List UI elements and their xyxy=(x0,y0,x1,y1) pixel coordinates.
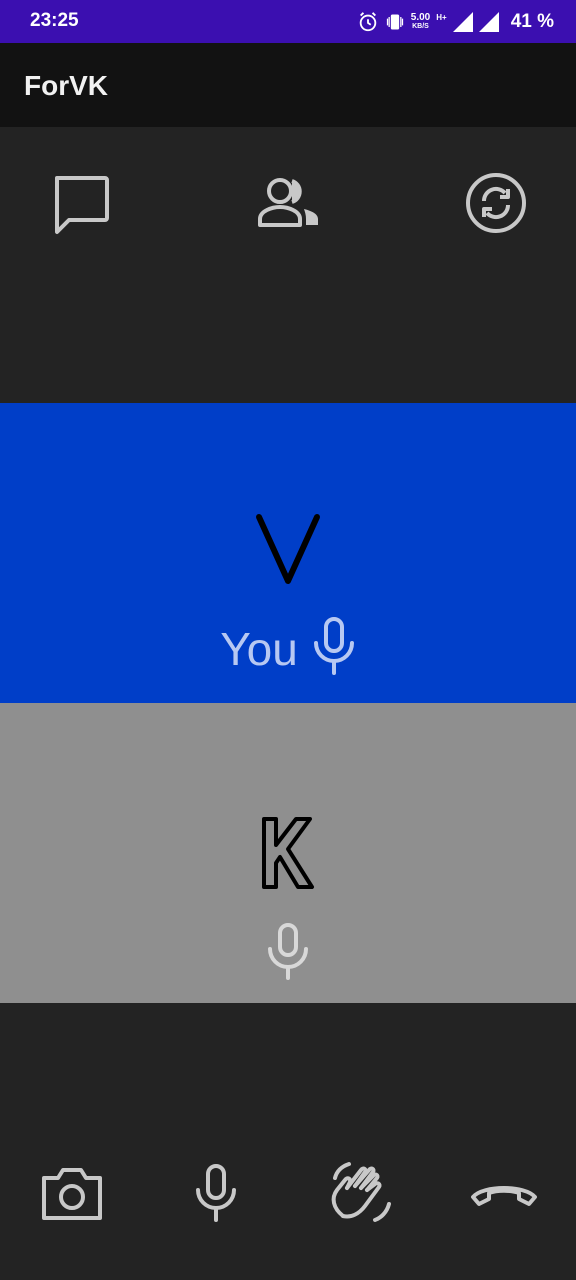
avatar-letter-k xyxy=(0,813,576,898)
top-actions xyxy=(0,127,576,277)
end-call-icon xyxy=(469,1177,539,1214)
chat-button[interactable] xyxy=(40,165,120,245)
net-speed: 5.00 KB/S xyxy=(411,13,430,31)
avatar-glyph xyxy=(262,817,314,889)
app-title: ForVK xyxy=(24,70,108,101)
net-speed-value: 5.00 xyxy=(410,12,431,23)
avatar-glyph xyxy=(256,514,320,584)
mic-row xyxy=(0,921,576,986)
microphone-icon xyxy=(194,1162,238,1229)
status-bar: 23:25 5.00 KB/S H+ 41 % xyxy=(0,0,576,43)
signal-icon xyxy=(478,12,499,32)
status-icons: 5.00 KB/S H+ 41 % xyxy=(357,8,554,36)
raise-hand-button[interactable] xyxy=(320,1153,400,1237)
status-time: 23:25 xyxy=(30,10,79,31)
participants-button[interactable] xyxy=(248,165,328,245)
battery-level: 41 % xyxy=(510,11,554,32)
participant-tile-k[interactable]: K xyxy=(0,703,576,1003)
raise-hand-icon xyxy=(325,1158,395,1233)
camera-button[interactable] xyxy=(32,1155,112,1235)
alarm-icon xyxy=(357,11,379,33)
avatar-letter-v xyxy=(0,511,576,592)
chat-icon xyxy=(47,170,113,241)
switch-camera-icon xyxy=(464,171,528,240)
microphone-button[interactable] xyxy=(176,1155,256,1235)
signal-icon xyxy=(452,12,473,32)
microphone-icon xyxy=(266,921,310,986)
app-bar: ForVK xyxy=(0,43,576,127)
microphone-icon xyxy=(312,615,356,682)
vibrate-icon xyxy=(385,11,405,33)
you-row: You xyxy=(0,615,576,682)
camera-icon xyxy=(40,1164,104,1227)
participant-tile-you[interactable]: V You xyxy=(0,403,576,703)
network-type: H+ xyxy=(436,12,447,22)
participant-name-you: You xyxy=(220,622,298,675)
call-controls xyxy=(0,1140,576,1250)
participants-icon xyxy=(252,173,324,238)
switch-camera-button[interactable] xyxy=(456,165,536,245)
net-speed-unit: KB/S xyxy=(412,23,429,30)
end-call-button[interactable] xyxy=(464,1155,544,1235)
